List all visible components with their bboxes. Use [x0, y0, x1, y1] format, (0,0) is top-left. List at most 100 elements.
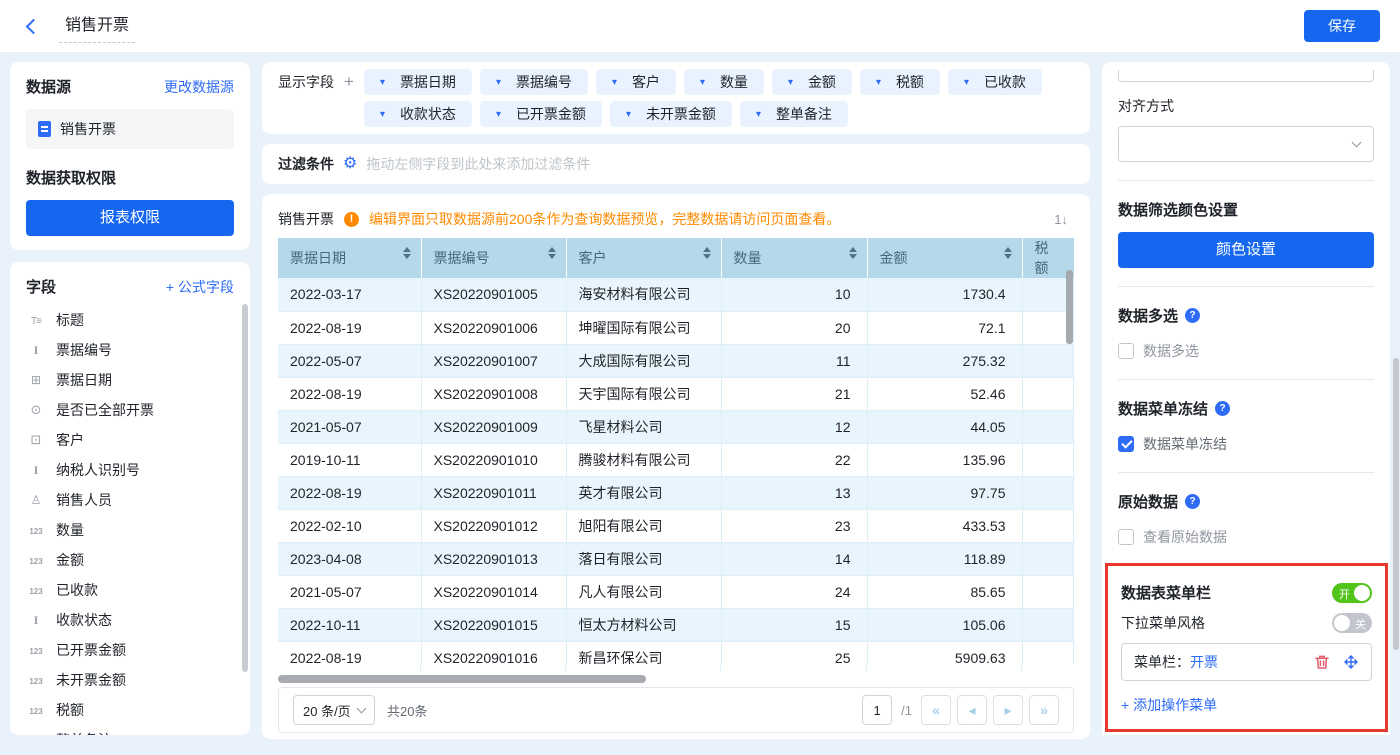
report-permission-button[interactable]: 报表权限 [26, 200, 234, 236]
field-item[interactable]: 纳税人识别号 [26, 455, 234, 485]
field-chip[interactable]: 未开票金额 [610, 101, 732, 127]
raw-data-checkbox[interactable] [1118, 529, 1134, 545]
field-item-label: 已开票金额 [56, 640, 126, 660]
table-body: 2022-03-17 XS20220901005 海安材料有限公司 10 173… [278, 278, 1074, 671]
column-header[interactable]: 票据日期 [278, 238, 421, 278]
total-pages: /1 [901, 703, 912, 718]
field-chip[interactable]: 票据日期 [364, 69, 472, 95]
field-item[interactable]: 销售人员 [26, 485, 234, 515]
fields-scrollbar[interactable] [242, 304, 248, 672]
field-chip[interactable]: 数量 [684, 69, 764, 95]
cell-customer: 天宇国际有限公司 [566, 377, 721, 410]
align-select[interactable] [1118, 126, 1374, 162]
multi-select-checkbox-label: 数据多选 [1143, 341, 1199, 361]
table-row[interactable]: 2022-08-19 XS20220901011 英才有限公司 13 97.75 [278, 476, 1074, 509]
trash-icon[interactable] [1314, 654, 1330, 670]
column-header[interactable]: 金额 [867, 238, 1022, 278]
field-item[interactable]: 标题 [26, 305, 234, 335]
sort-arrows-icon [849, 247, 857, 259]
color-settings-button[interactable]: 颜色设置 [1118, 232, 1374, 268]
datasource-item[interactable]: 销售开票 [26, 109, 234, 149]
column-header[interactable]: 票据编号 [421, 238, 566, 278]
table-row[interactable]: 2022-10-11 XS20220901015 恒太方材料公司 15 105.… [278, 608, 1074, 641]
page-size-select[interactable]: 20 条/页 [293, 695, 375, 725]
main-content: 显示字段 + 票据日期 票据编号 [262, 62, 1090, 735]
table-row[interactable]: 2019-10-11 XS20220901010 腾骏材料有限公司 22 135… [278, 443, 1074, 476]
field-item[interactable]: 客户 [26, 425, 234, 455]
prev-page-button[interactable]: ◂ [957, 695, 987, 725]
table-row[interactable]: 2021-05-07 XS20220901014 凡人有限公司 24 85.65 [278, 575, 1074, 608]
field-item[interactable]: 票据编号 [26, 335, 234, 365]
field-item[interactable]: 税额 [26, 695, 234, 725]
field-chip[interactable]: 整单备注 [740, 101, 848, 127]
cell-no: XS20220901010 [421, 443, 566, 476]
field-chip-label: 已收款 [984, 72, 1026, 92]
main-layout: 数据源 更改数据源 销售开票 数据获取权限 报表权限 字段 + 公式字段 标题 [0, 52, 1400, 745]
field-item[interactable]: 已收款 [26, 575, 234, 605]
field-chip[interactable]: 收款状态 [364, 101, 472, 127]
table-row[interactable]: 2022-08-19 XS20220901006 坤曜国际有限公司 20 72.… [278, 311, 1074, 344]
table-wrapper: 票据日期 票据编号 客户 [278, 238, 1074, 671]
move-icon[interactable] [1343, 654, 1359, 670]
caret-down-icon [496, 77, 508, 88]
cell-date: 2022-08-19 [278, 311, 421, 344]
menu-freeze-checkbox[interactable] [1118, 436, 1134, 452]
field-item[interactable]: 整单备注 [26, 725, 234, 735]
field-chip[interactable]: 票据编号 [480, 69, 588, 95]
first-page-button[interactable]: « [921, 695, 951, 725]
help-icon[interactable]: ? [1185, 308, 1200, 323]
table-horizontal-scrollbar[interactable] [278, 675, 646, 683]
field-item-label: 收款状态 [56, 610, 112, 630]
table-row[interactable]: 2021-05-07 XS20220901009 飞星材料公司 12 44.05 [278, 410, 1074, 443]
back-icon[interactable] [26, 18, 42, 34]
field-item[interactable]: 票据日期 [26, 365, 234, 395]
window-scrollbar[interactable] [1393, 358, 1399, 650]
field-chip[interactable]: 税额 [860, 69, 940, 95]
table-row[interactable]: 2022-03-17 XS20220901005 海安材料有限公司 10 173… [278, 278, 1074, 311]
field-type-icon [26, 553, 46, 567]
field-item[interactable]: 未开票金额 [26, 665, 234, 695]
cell-qty: 23 [721, 509, 867, 542]
add-formula-field-link[interactable]: + 公式字段 [166, 277, 234, 297]
field-item[interactable]: 数量 [26, 515, 234, 545]
gear-icon[interactable] [343, 156, 357, 172]
field-item-label: 已收款 [56, 580, 98, 600]
add-display-field-icon[interactable]: + [344, 72, 354, 92]
column-header[interactable]: 客户 [566, 238, 721, 278]
dropdown-style-toggle[interactable]: 关 [1332, 613, 1372, 633]
last-page-button[interactable]: » [1029, 695, 1059, 725]
caret-down-icon [626, 109, 638, 120]
divider [1118, 379, 1374, 380]
cell-amount: 1730.4 [867, 278, 1022, 311]
cell-date: 2019-10-11 [278, 443, 421, 476]
caret-down-icon [876, 77, 888, 88]
field-item[interactable]: 已开票金额 [26, 635, 234, 665]
field-chip[interactable]: 金额 [772, 69, 852, 95]
help-icon[interactable]: ? [1215, 401, 1230, 416]
field-chip[interactable]: 客户 [596, 69, 676, 95]
sort-order-icon[interactable]: 1↓ [1048, 210, 1074, 229]
column-header[interactable]: 数量 [721, 238, 867, 278]
table-vertical-scrollbar[interactable] [1066, 270, 1073, 344]
save-button[interactable]: 保存 [1304, 10, 1380, 42]
change-datasource-link[interactable]: 更改数据源 [164, 77, 234, 97]
add-action-menu-link[interactable]: + 添加操作菜单 [1121, 695, 1372, 715]
table-row[interactable]: 2023-04-08 XS20220901013 落日有限公司 14 118.8… [278, 542, 1074, 575]
table-row[interactable]: 2022-08-19 XS20220901008 天宇国际有限公司 21 52.… [278, 377, 1074, 410]
field-chip[interactable]: 已开票金额 [480, 101, 602, 127]
field-chip[interactable]: 已收款 [948, 69, 1042, 95]
cell-tax [1022, 608, 1074, 641]
page-number-input[interactable]: 1 [862, 695, 892, 725]
multi-select-checkbox[interactable] [1118, 343, 1134, 359]
menu-bar-toggle[interactable]: 开 [1332, 583, 1372, 603]
column-header-label: 税额 [1035, 240, 1049, 276]
field-item[interactable]: 是否已全部开票 [26, 395, 234, 425]
field-item[interactable]: 金额 [26, 545, 234, 575]
next-page-button[interactable]: ▸ [993, 695, 1023, 725]
help-icon[interactable]: ? [1185, 494, 1200, 509]
table-row[interactable]: 2022-05-07 XS20220901007 大成国际有限公司 11 275… [278, 344, 1074, 377]
table-row[interactable]: 2022-02-10 XS20220901012 旭阳有限公司 23 433.5… [278, 509, 1074, 542]
document-icon [38, 121, 51, 137]
menu-bar-item: 菜单栏： 开票 [1121, 643, 1372, 681]
field-item[interactable]: 收款状态 [26, 605, 234, 635]
